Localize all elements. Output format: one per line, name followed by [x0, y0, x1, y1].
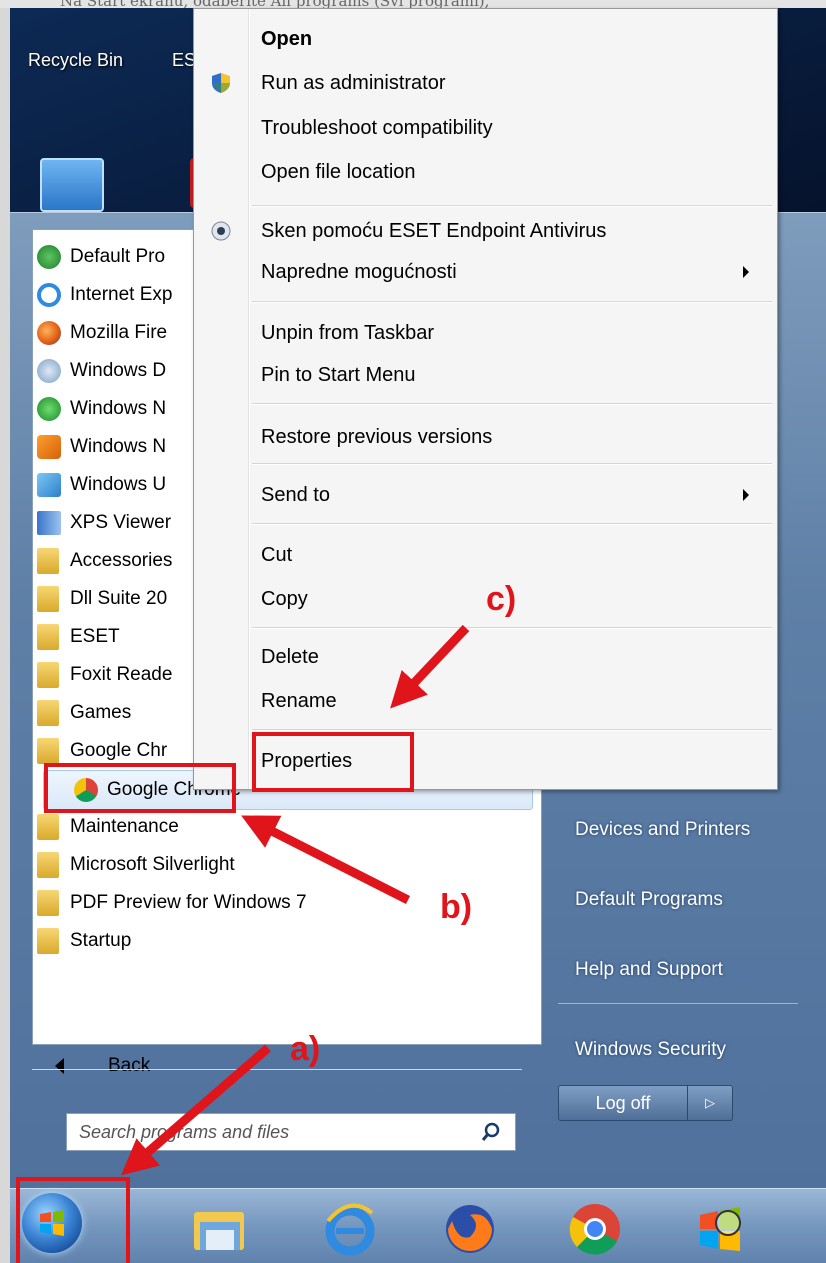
program-label: Dll Suite 20 [70, 588, 168, 609]
xps-viewer-icon [37, 511, 61, 535]
program-label: Google Chr [70, 740, 168, 761]
folder-icon [37, 738, 59, 764]
menu-separator [252, 301, 772, 303]
windows-dvd-maker-icon [37, 359, 61, 383]
menu-item-pin-to-start-menu[interactable]: Pin to Start Menu [261, 357, 416, 393]
uac-shield-icon [212, 73, 230, 93]
program-label: Mozilla Fire [70, 322, 168, 343]
divider [558, 1003, 798, 1004]
folder-icon [37, 852, 59, 878]
logoff-button[interactable]: Log off [558, 1085, 688, 1121]
properties-highlight [252, 732, 414, 792]
caption-text: Na Start ekranu, odaberite All programs … [60, 0, 820, 8]
logoff-control: Log off ▷ [558, 1085, 736, 1121]
firefox-icon [37, 321, 61, 345]
back-label: Back [108, 1055, 151, 1076]
shutdown-options-button[interactable]: ▷ [688, 1085, 733, 1121]
program-item[interactable]: Microsoft Silverlight [33, 846, 533, 884]
menu-item-rename[interactable]: Rename [261, 683, 337, 719]
program-label: Windows N [70, 436, 167, 457]
windows-update-icon [37, 473, 61, 497]
folder-icon [37, 928, 59, 954]
annotation-c: c) [486, 580, 517, 618]
chrome-icon[interactable] [565, 1201, 625, 1257]
program-label: Windows U [70, 474, 167, 495]
folder-icon [37, 548, 59, 574]
menu-item-copy[interactable]: Copy [261, 581, 308, 617]
menu-item-send-to[interactable]: Send to [261, 477, 330, 513]
file-explorer-icon[interactable] [190, 1201, 250, 1257]
internet-explorer-icon[interactable] [320, 1201, 380, 1257]
desktop-app-icon[interactable] [40, 158, 104, 212]
back-arrow-icon [55, 1058, 64, 1074]
menu-item-unpin-from-taskbar[interactable]: Unpin from Taskbar [261, 315, 434, 351]
program-label: Accessories [70, 550, 173, 571]
submenu-arrow-icon [743, 266, 749, 278]
program-label: PDF Preview for Windows 7 [70, 892, 307, 913]
devices-printers-link[interactable]: Devices and Printers [575, 819, 750, 841]
context-menu: Open Run as administrator Troubleshoot com… [193, 8, 778, 790]
menu-item-open-file-location[interactable]: Open file location [261, 154, 416, 190]
menu-separator [252, 205, 772, 207]
menu-separator [252, 627, 772, 629]
eset-icon [211, 221, 231, 241]
menu-item-open[interactable]: Open [261, 21, 312, 57]
firefox-icon[interactable] [440, 1201, 500, 1257]
folder-icon [37, 624, 59, 650]
search-icon[interactable] [481, 1122, 501, 1142]
help-support-link[interactable]: Help and Support [575, 959, 723, 981]
annotation-a: a) [290, 1030, 321, 1068]
program-label: Default Pro [70, 246, 166, 267]
menu-separator [252, 403, 772, 405]
program-label: Games [70, 702, 132, 723]
search-box[interactable] [66, 1113, 516, 1151]
menu-item-sken-pomo-u-eset-endpoint-antivirus[interactable]: Sken pomoću ESET Endpoint Antivirus [261, 213, 606, 249]
menu-separator [252, 523, 772, 525]
menu-separator [252, 729, 772, 731]
program-label: ESET [70, 626, 120, 647]
taskbar [10, 1188, 826, 1263]
program-label: Windows D [70, 360, 167, 381]
folder-icon [37, 814, 59, 840]
default-programs-icon [37, 245, 61, 269]
submenu-arrow-icon [743, 489, 749, 501]
windows-media-center-icon [37, 397, 61, 421]
start-button-highlight [16, 1177, 130, 1263]
search-input[interactable] [77, 1120, 481, 1144]
menu-item-delete[interactable]: Delete [261, 639, 319, 675]
menu-item-napredne-mogu-nosti[interactable]: Napredne mogućnosti [261, 254, 457, 290]
program-label: Maintenance [70, 816, 179, 837]
outer-frame [0, 0, 10, 1263]
internet-explorer-icon [37, 283, 61, 307]
program-label: Internet Exp [70, 284, 173, 305]
program-label: Foxit Reade [70, 664, 173, 685]
chrome-item-highlight [44, 763, 236, 813]
program-label: Microsoft Silverlight [70, 854, 235, 875]
menu-item-run-as-administrator[interactable]: Run as administrator [261, 65, 446, 101]
program-label: Startup [70, 930, 132, 951]
menu-gutter [248, 9, 250, 789]
default-programs-link[interactable]: Default Programs [575, 889, 723, 911]
menu-item-restore-previous-versions[interactable]: Restore previous versions [261, 419, 492, 455]
program-label: XPS Viewer [70, 512, 172, 533]
windows-dvd-maker-icon[interactable] [690, 1201, 750, 1257]
divider [32, 1069, 522, 1070]
program-label: Windows N [70, 398, 167, 419]
folder-icon [37, 662, 59, 688]
folder-icon [37, 586, 59, 612]
annotation-b: b) [440, 888, 473, 926]
back-button[interactable]: Back [33, 1044, 541, 1088]
menu-item-cut[interactable]: Cut [261, 537, 292, 573]
menu-separator [252, 463, 772, 465]
program-item[interactable]: Maintenance [33, 808, 533, 846]
folder-icon [37, 890, 59, 916]
program-item[interactable]: Startup [33, 922, 533, 960]
menu-item-troubleshoot-compatibility[interactable]: Troubleshoot compatibility [261, 110, 493, 146]
recycle-bin-label[interactable]: Recycle Bin [28, 50, 123, 71]
windows-media-player-icon [37, 435, 61, 459]
windows-security-link[interactable]: Windows Security [575, 1039, 726, 1061]
chevron-right-icon: ▷ [705, 1095, 715, 1111]
folder-icon [37, 700, 59, 726]
